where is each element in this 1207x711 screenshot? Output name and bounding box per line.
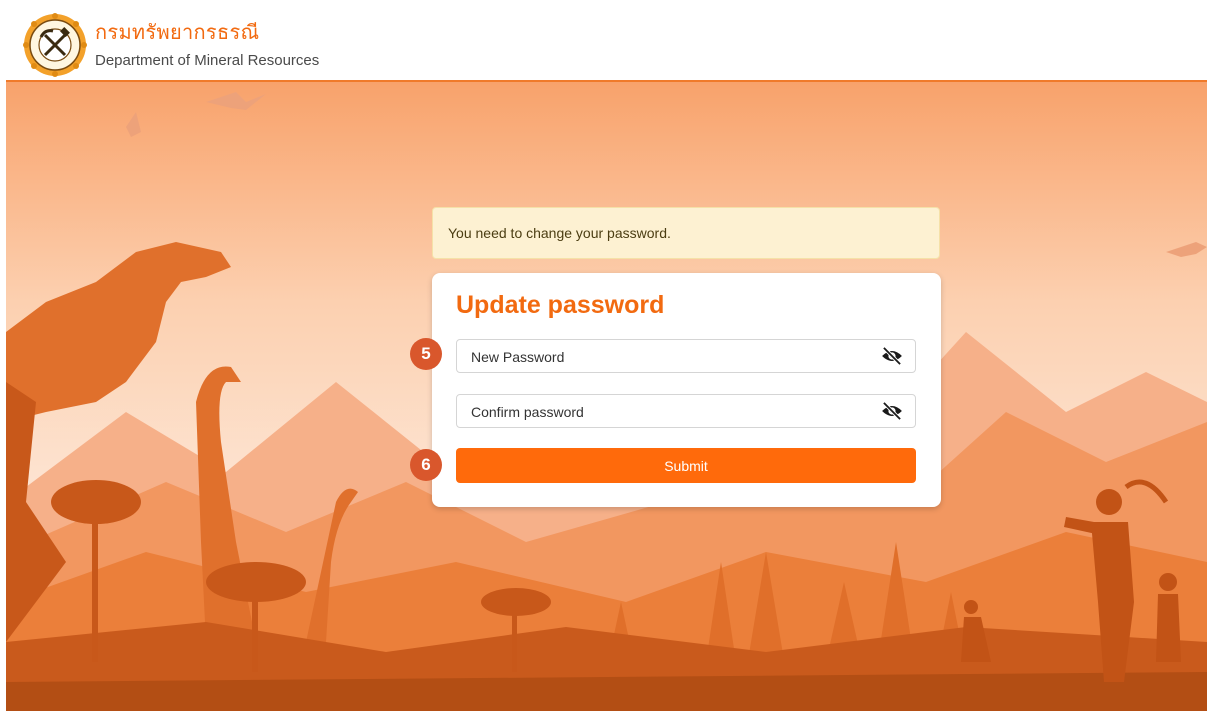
confirm-password-input[interactable] [469, 395, 873, 429]
password-change-alert: You need to change your password. [432, 207, 940, 259]
site-title-english: Department of Mineral Resources [95, 52, 320, 69]
eye-slash-icon[interactable] [881, 347, 903, 365]
confirm-password-field [456, 394, 916, 429]
step-badge-5: 5 [410, 338, 442, 370]
step-badge-6: 6 [410, 449, 442, 481]
site-title-thai: กรมทรัพยากรธรณี [95, 20, 260, 44]
update-password-card: Update password Submit [432, 273, 941, 507]
form-title: Update password [456, 291, 665, 319]
alert-message: You need to change your password. [448, 225, 671, 241]
new-password-input[interactable] [469, 340, 873, 374]
new-password-field [456, 339, 916, 374]
site-header: กรมทรัพยากรธรณี Department of Mineral Re… [6, 6, 1207, 82]
page: กรมทรัพยากรธรณี Department of Mineral Re… [6, 6, 1207, 711]
submit-button[interactable]: Submit [456, 448, 916, 483]
dmr-seal-icon [23, 13, 87, 77]
eye-slash-icon[interactable] [881, 402, 903, 420]
